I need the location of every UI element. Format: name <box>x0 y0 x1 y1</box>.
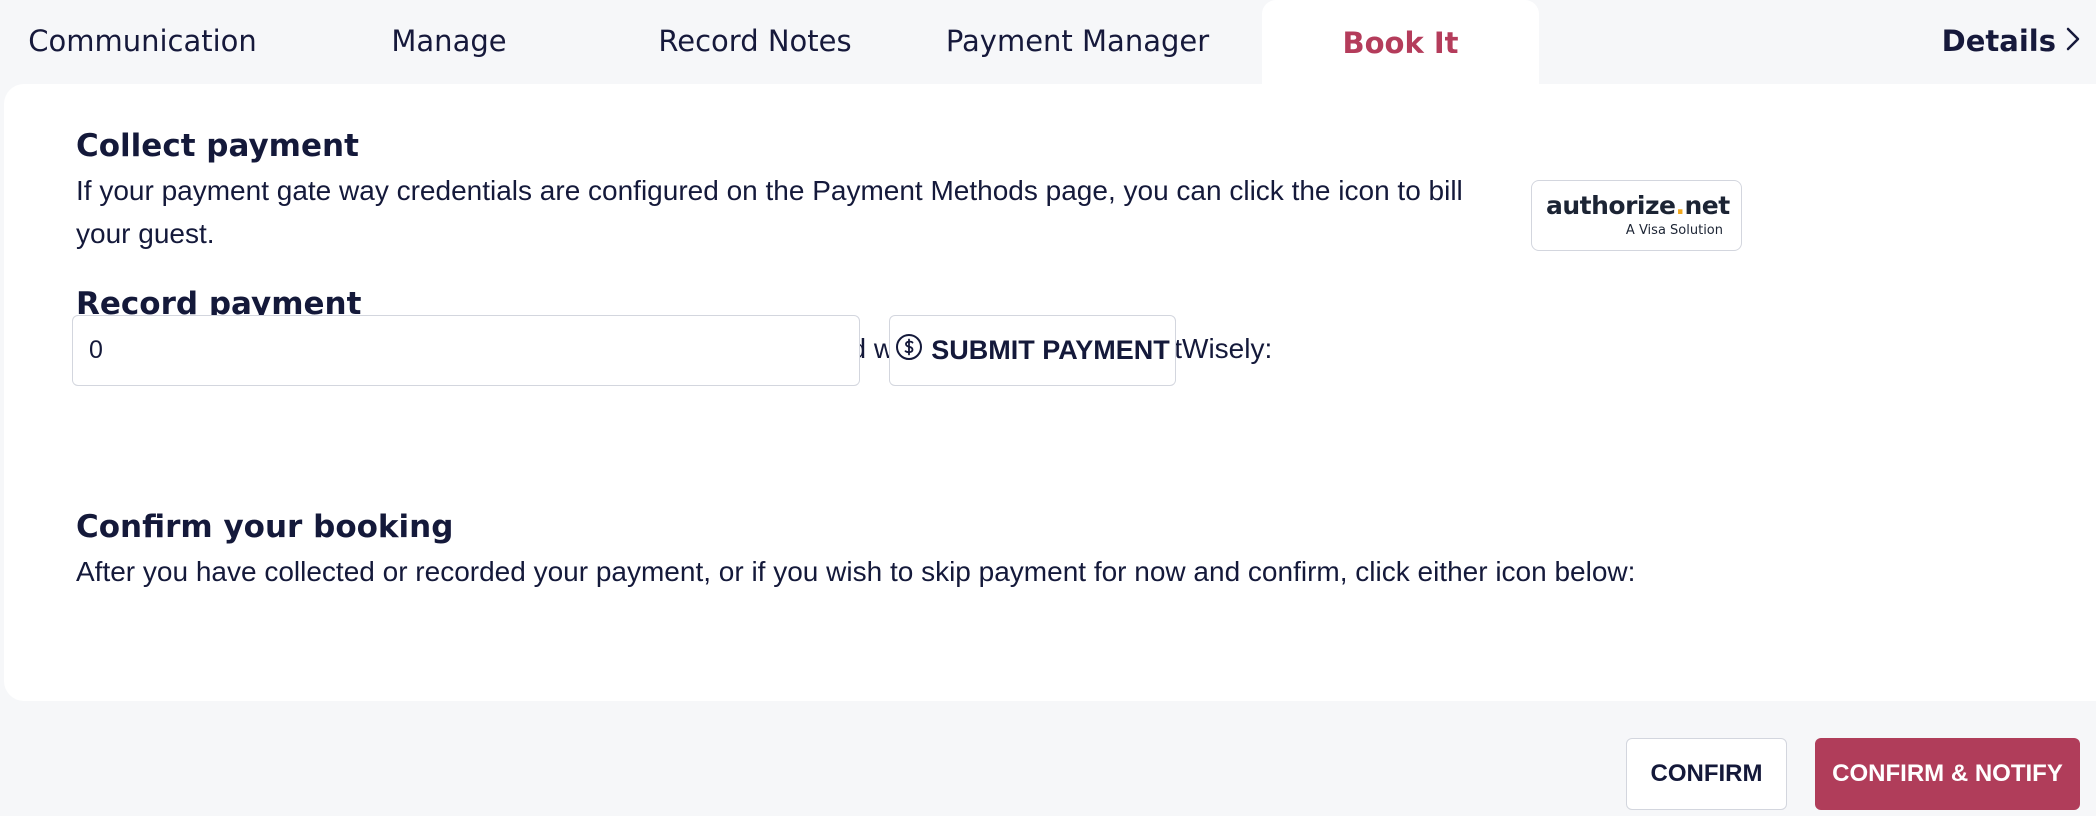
confirm-notify-button[interactable]: CONFIRM & NOTIFY <box>1815 738 2080 810</box>
tab-payment-manager[interactable]: Payment Manager <box>925 0 1230 82</box>
confirm-booking-text: After you have collected or recorded you… <box>76 556 1636 587</box>
confirm-booking-title: Confirm your booking <box>76 509 454 545</box>
details-link[interactable]: Details <box>1942 0 2080 82</box>
submit-payment-label: SUBMIT PAYMENT <box>931 335 1170 365</box>
submit-payment-button[interactable]: SUBMIT PAYMENT <box>889 315 1176 386</box>
tab-manage[interactable]: Manage <box>343 0 555 82</box>
chevron-right-icon <box>2066 24 2080 58</box>
collect-payment-text: If your payment gate way credentials are… <box>76 175 1463 249</box>
confirm-button[interactable]: CONFIRM <box>1626 738 1787 810</box>
book-it-page: Communication Manage Record Notes Paymen… <box>0 0 2096 816</box>
tab-bar: Communication Manage Record Notes Paymen… <box>0 0 2096 86</box>
collect-payment-title: Collect payment <box>76 128 359 164</box>
authorize-net-tagline: A Visa Solution <box>1625 223 1723 238</box>
booking-card: Collect payment If your payment gate way… <box>4 84 2096 701</box>
dollar-circle-icon <box>895 333 923 368</box>
tab-book-it[interactable]: Book It <box>1262 0 1539 86</box>
authorize-net-logo: authorize.net <box>1546 191 1730 220</box>
authorize-net-button[interactable]: authorize.net A Visa Solution <box>1531 180 1742 251</box>
details-label: Details <box>1941 24 2056 58</box>
payment-amount-input[interactable] <box>72 315 860 386</box>
tab-record-notes[interactable]: Record Notes <box>625 0 885 82</box>
tab-communication[interactable]: Communication <box>0 0 285 82</box>
